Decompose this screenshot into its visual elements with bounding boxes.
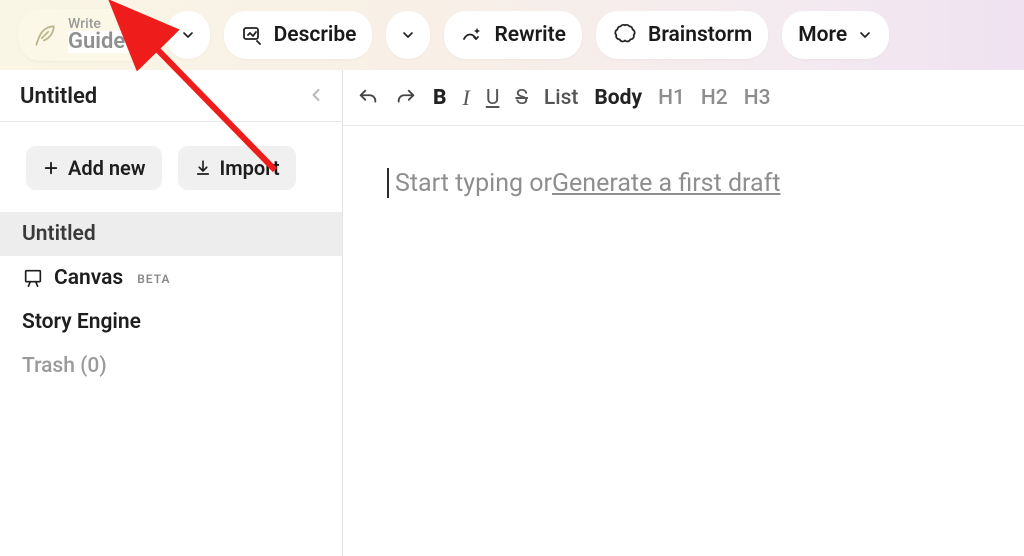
text-cursor bbox=[387, 168, 389, 198]
more-button[interactable]: More bbox=[782, 11, 889, 59]
describe-icon bbox=[240, 23, 264, 47]
add-new-label: Add new bbox=[68, 156, 146, 180]
sidebar-item-label: Story Engine bbox=[22, 310, 141, 334]
sidebar-item-canvas[interactable]: Canvas BETA bbox=[0, 256, 342, 300]
sidebar-item-story-engine[interactable]: Story Engine bbox=[0, 300, 342, 344]
chevron-down-icon bbox=[857, 27, 873, 43]
write-guided-button[interactable]: Write Guided bbox=[18, 9, 156, 61]
h1-button[interactable]: H1 bbox=[658, 86, 685, 110]
brainstorm-label: Brainstorm bbox=[648, 23, 752, 47]
list-button[interactable]: List bbox=[544, 86, 579, 110]
main-area: Untitled Add new Import Untitled Canvas bbox=[0, 70, 1024, 556]
redo-button[interactable] bbox=[395, 87, 417, 109]
rewrite-icon bbox=[460, 23, 484, 47]
h3-button[interactable]: H3 bbox=[744, 86, 771, 110]
undo-button[interactable] bbox=[357, 87, 379, 109]
describe-button[interactable]: Describe bbox=[224, 11, 373, 59]
write-dropdown-button[interactable] bbox=[166, 11, 210, 59]
import-label: Import bbox=[220, 156, 280, 180]
document-body[interactable]: Start typing or Generate a first draft bbox=[343, 126, 1024, 556]
strikethrough-button[interactable]: S bbox=[515, 86, 527, 110]
download-icon bbox=[194, 159, 212, 177]
plus-icon bbox=[42, 159, 60, 177]
chevron-left-icon bbox=[306, 85, 326, 105]
ai-actions-toolbar: Write Guided Describe Rewrite Brainstorm… bbox=[0, 0, 1024, 70]
h2-button[interactable]: H2 bbox=[701, 86, 728, 110]
editor-placeholder: Start typing or Generate a first draft bbox=[387, 168, 980, 198]
sidebar: Untitled Add new Import Untitled Canvas bbox=[0, 70, 343, 556]
describe-dropdown-button[interactable] bbox=[386, 11, 430, 59]
write-guided-label: Write Guided bbox=[68, 17, 138, 53]
canvas-icon bbox=[22, 267, 44, 289]
sidebar-item-label: Trash (0) bbox=[22, 354, 107, 378]
sidebar-list: Untitled Canvas BETA Story Engine Trash … bbox=[0, 212, 342, 388]
generate-first-draft-link[interactable]: Generate a first draft bbox=[552, 169, 781, 198]
underline-button[interactable]: U bbox=[486, 86, 500, 110]
rewrite-label: Rewrite bbox=[494, 23, 566, 47]
import-button[interactable]: Import bbox=[178, 146, 296, 190]
editor-pane: B I U S List Body H1 H2 H3 Start typing … bbox=[343, 70, 1024, 556]
sidebar-item-untitled[interactable]: Untitled bbox=[0, 212, 342, 256]
project-title: Untitled bbox=[20, 84, 97, 109]
collapse-sidebar-button[interactable] bbox=[306, 85, 326, 109]
chevron-down-icon bbox=[180, 27, 196, 43]
add-new-button[interactable]: Add new bbox=[26, 146, 162, 190]
rewrite-button[interactable]: Rewrite bbox=[444, 11, 582, 59]
more-label: More bbox=[798, 23, 847, 47]
chevron-down-icon bbox=[400, 27, 416, 43]
sidebar-item-label: Canvas bbox=[54, 266, 123, 290]
formatting-toolbar: B I U S List Body H1 H2 H3 bbox=[343, 70, 1024, 126]
redo-icon bbox=[395, 87, 417, 109]
brainstorm-button[interactable]: Brainstorm bbox=[596, 11, 768, 59]
italic-button[interactable]: I bbox=[462, 85, 469, 111]
beta-badge: BETA bbox=[137, 272, 170, 286]
sidebar-item-trash[interactable]: Trash (0) bbox=[0, 344, 342, 388]
describe-label: Describe bbox=[274, 23, 357, 47]
brainstorm-icon bbox=[612, 22, 638, 48]
undo-icon bbox=[357, 87, 379, 109]
body-style-button[interactable]: Body bbox=[594, 86, 642, 110]
sidebar-item-label: Untitled bbox=[22, 222, 96, 246]
sidebar-header: Untitled bbox=[0, 70, 342, 122]
placeholder-prefix: Start typing or bbox=[395, 169, 552, 198]
bold-button[interactable]: B bbox=[433, 86, 446, 110]
feather-icon bbox=[32, 22, 58, 48]
sidebar-actions: Add new Import bbox=[0, 122, 342, 212]
